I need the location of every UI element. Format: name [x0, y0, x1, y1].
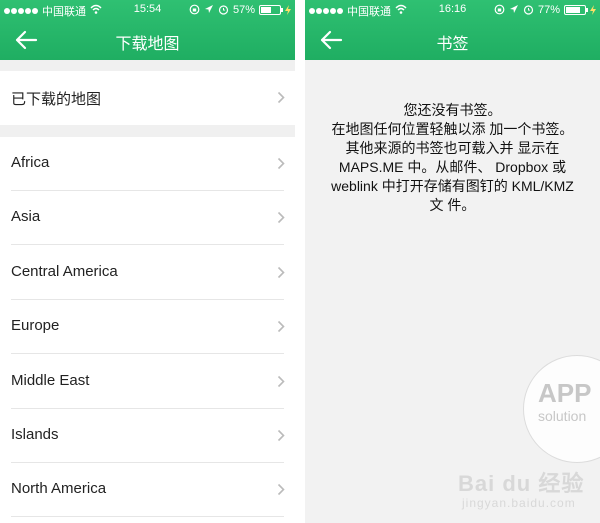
section-divider: [0, 60, 295, 71]
alarm-icon: [523, 5, 534, 15]
app-solution-watermark: APP solution: [523, 355, 600, 463]
page-title: 下载地图: [115, 36, 180, 53]
nav-bar: 书签: [305, 22, 600, 58]
message-line: 在地图任何位置轻触以添 加一个书签。: [331, 121, 574, 137]
charging-icon: [285, 4, 291, 15]
message-line: 其他来源的书签也可载入并 显示在: [345, 140, 560, 156]
chevron-right-icon: [277, 266, 285, 278]
chevron-right-icon: [277, 321, 285, 333]
downloaded-maps-screen: 中国联通 15:54 57% 下载地图 已下载的地图 Africa Asia C…: [0, 0, 295, 523]
watermark-text: solution: [538, 408, 587, 424]
baidu-logo-text: Bai du: [458, 471, 532, 496]
section-divider: [0, 125, 295, 137]
battery-percent: 77%: [537, 3, 560, 16]
baidu-jingyan-watermark: Bai du 经验 jingyan.baidu.com: [458, 462, 598, 518]
message-line: 文 件。: [429, 197, 476, 213]
region-row[interactable]: Africa: [0, 137, 295, 191]
row-label: 已下载的地图: [11, 91, 102, 108]
region-row[interactable]: Central America: [0, 245, 295, 300]
region-label: Central America: [11, 262, 118, 280]
region-label: Middle East: [11, 371, 90, 389]
row-separator: [11, 516, 284, 518]
chevron-right-icon: [277, 157, 285, 170]
charging-icon: [590, 4, 596, 15]
battery-icon: [259, 4, 283, 15]
page-title: 书签: [436, 36, 469, 53]
chevron-right-icon: [277, 429, 285, 442]
region-row[interactable]: Islands: [0, 409, 295, 463]
watermark-text: APP: [538, 378, 592, 408]
region-label: Africa: [11, 154, 50, 171]
region-label: North America: [11, 480, 107, 498]
location-arrow-icon: [204, 5, 213, 13]
battery-icon: [564, 4, 588, 15]
message-line: MAPS.ME 中。从邮件、 Dropbox 或: [338, 159, 567, 175]
status-bar: 中国联通 16:16 77%: [305, 0, 600, 19]
battery-percent: 57%: [232, 3, 255, 16]
region-label: Asia: [11, 208, 41, 226]
screen-divider: [295, 0, 305, 523]
alarm-icon: [218, 5, 229, 15]
region-label: Islands: [11, 426, 59, 443]
message-line: 您还没有书签。: [403, 102, 502, 118]
chevron-right-icon: [277, 375, 285, 387]
region-row[interactable]: Asia: [0, 191, 295, 246]
nav-bar: 下载地图: [0, 22, 295, 58]
region-row[interactable]: Middle East: [0, 354, 295, 409]
baidu-suffix-text: 经验: [538, 471, 585, 496]
rotation-lock-icon: [494, 4, 505, 15]
region-row[interactable]: North America: [0, 463, 295, 518]
chevron-right-icon: [277, 212, 285, 224]
chevron-right-icon: [277, 91, 285, 104]
chevron-right-icon: [277, 484, 285, 496]
top-bar: 中国联通 16:16 77% 书签: [305, 0, 600, 60]
region-row[interactable]: Europe: [0, 300, 295, 355]
status-bar: 中国联通 15:54 57%: [0, 0, 295, 19]
rotation-lock-icon: [189, 4, 200, 15]
baidu-url-text: jingyan.baidu.com: [462, 496, 576, 510]
region-label: Europe: [11, 317, 60, 335]
location-arrow-icon: [509, 5, 518, 13]
top-bar: 中国联通 15:54 57% 下载地图: [0, 0, 295, 60]
downloaded-maps-row[interactable]: 已下载的地图: [0, 71, 295, 125]
message-line: weblink 中打开存储有图钉的 KML/KMZ: [331, 178, 574, 194]
bookmarks-screen: 中国联通 16:16 77% 书签 您还没有书签。 在地图任何位置轻触以添 加一…: [305, 0, 600, 523]
empty-bookmarks-message: 您还没有书签。 在地图任何位置轻触以添 加一个书签。 其他来源的书签也可载入并 …: [313, 101, 592, 215]
